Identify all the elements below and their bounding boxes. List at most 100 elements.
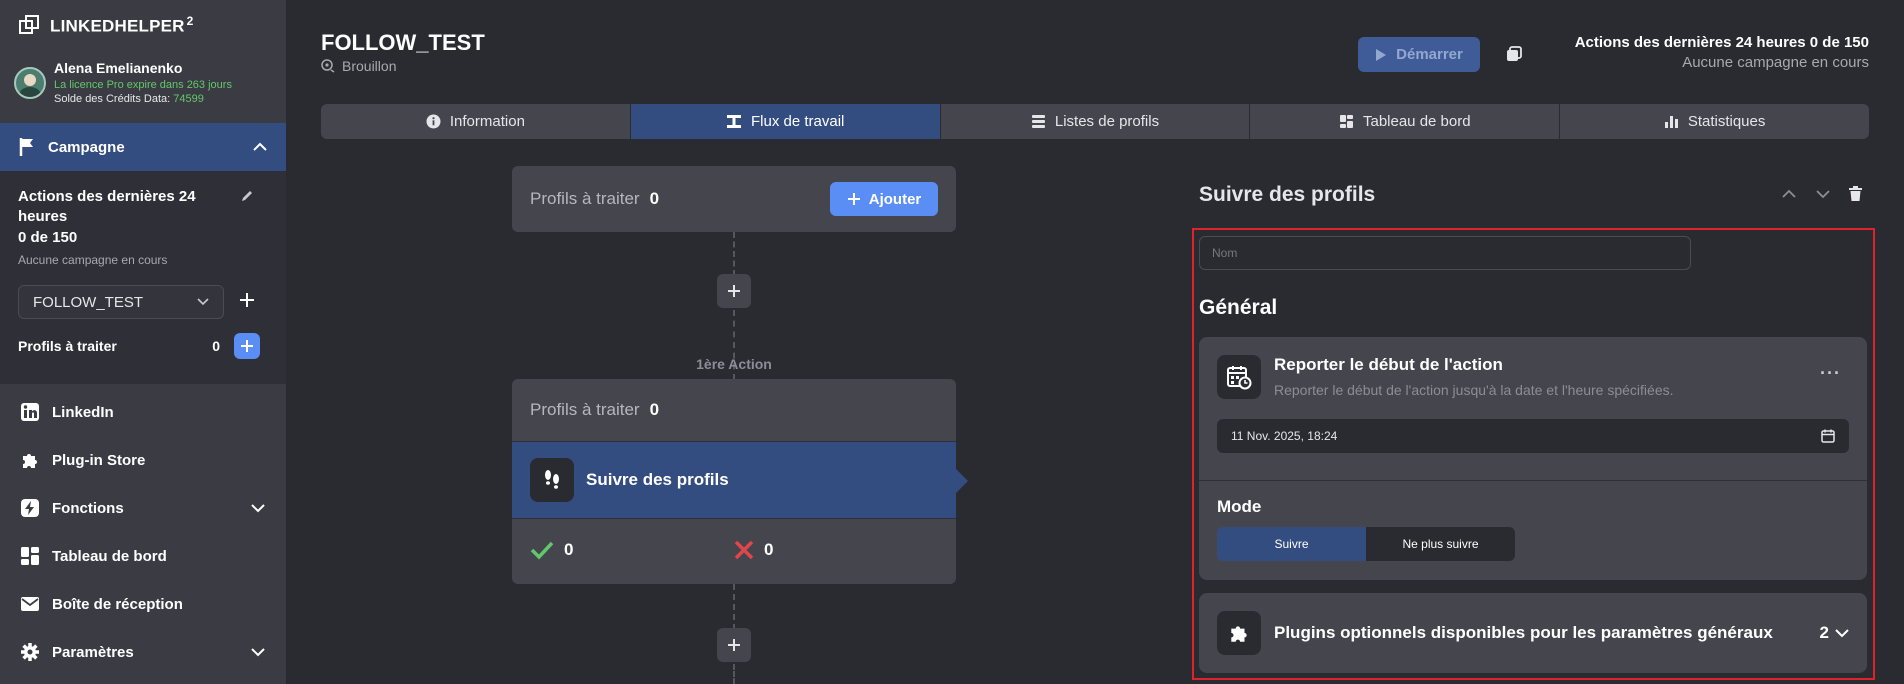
sidebar-item-tableau-de-bord[interactable]: Tableau de bord [0, 532, 286, 580]
action-follow-profiles[interactable]: Suivre des profils [512, 441, 968, 519]
add-campaign-icon[interactable] [238, 291, 256, 309]
check-icon [530, 541, 554, 560]
tab-profile-lists[interactable]: Listes de profils [941, 104, 1251, 139]
queue-label: Profils à traiter [530, 189, 640, 208]
tab-statistics[interactable]: Statistiques [1560, 104, 1869, 139]
campaign-status: Brouillon [321, 58, 396, 74]
user-name: Alena Emelianenko [54, 60, 183, 76]
license-status: La licence Pro expire dans 263 jours [54, 79, 232, 91]
flow-connector [733, 584, 735, 630]
profiles-count: 0 [212, 338, 220, 354]
general-section-title: Général [1199, 296, 1278, 319]
sidebar-item-parametres[interactable]: Paramètres [0, 628, 286, 676]
more-options-icon[interactable]: ··· [1820, 363, 1841, 384]
avatar [14, 66, 46, 99]
chevron-up-icon[interactable] [1781, 189, 1797, 199]
dashboard-icon [1339, 115, 1353, 128]
brand-logo[interactable]: LINKEDHELPER 2 [18, 14, 194, 37]
sidebar-item-plugin-store[interactable]: Plug-in Store [0, 436, 286, 484]
copy-icon[interactable] [1506, 46, 1522, 62]
success-result[interactable]: 0 [530, 540, 734, 560]
cross-icon [734, 540, 754, 560]
puzzle-icon [1217, 611, 1261, 655]
sidebar-item-linkedin[interactable]: LinkedIn [0, 388, 286, 436]
draft-icon [321, 59, 335, 73]
trash-icon[interactable] [1849, 186, 1862, 201]
chevron-down-icon [197, 298, 209, 306]
plus-icon [847, 193, 860, 205]
play-icon [1376, 48, 1387, 61]
calendar-icon[interactable] [1821, 429, 1835, 443]
mode-label: Mode [1217, 497, 1262, 516]
add-step-button[interactable] [717, 628, 751, 662]
campaign-section-body: Actions des dernières 24 heures 0 de 150… [0, 171, 286, 384]
action-card: Profils à traiter 0 Suivre des profils 0… [512, 379, 968, 584]
gear-icon [21, 643, 39, 661]
mail-icon [21, 597, 39, 611]
step-queue-count: 0 [649, 400, 660, 419]
fail-result[interactable]: 0 [734, 540, 938, 560]
sidebar-nav: LinkedIn Plug-in Store Fonctions Tableau… [0, 384, 286, 676]
campaign-select[interactable]: FOLLOW_TEST [18, 285, 224, 319]
calendar-clock-icon [1217, 355, 1261, 399]
campaign-tabs: Information Flux de travail Listes de pr… [321, 104, 1869, 139]
plugins-count[interactable]: 2 [1820, 623, 1849, 643]
actions-title: Actions des dernières 24 heures [18, 188, 196, 225]
step-queue-label: Profils à traiter [530, 400, 640, 419]
credits-balance: Solde des Crédits Data: 74599 [54, 93, 204, 105]
delay-date-field[interactable]: 11 Nov. 2025, 18:24 [1217, 419, 1849, 453]
mode-option-unfollow[interactable]: Ne plus suivre [1366, 527, 1515, 561]
workflow-icon [727, 115, 741, 128]
tab-dashboard[interactable]: Tableau de bord [1250, 104, 1561, 139]
mode-option-follow[interactable]: Suivre [1217, 527, 1366, 561]
divider [1199, 480, 1867, 481]
action-results: 0 0 [512, 519, 956, 581]
chevron-down-icon [251, 648, 265, 657]
tab-workflow[interactable]: Flux de travail [630, 104, 941, 139]
footsteps-icon [530, 458, 574, 502]
queue-card: Profils à traiter 0 Ajouter [512, 166, 956, 232]
plugins-label: Plugins optionnels disponibles pour les … [1274, 623, 1773, 642]
bar-chart-icon [1664, 116, 1678, 128]
delay-date-value: 11 Nov. 2025, 18:24 [1231, 429, 1338, 443]
header-actions-count: Actions des dernières 24 heures 0 de 150 [1574, 34, 1869, 51]
campaign-section-header[interactable]: Campagne [0, 123, 286, 171]
sidebar: LINKEDHELPER 2 Alena Emelianenko La licen… [0, 0, 286, 684]
user-profile[interactable]: Alena Emelianenko La licence Pro expire … [14, 60, 232, 105]
logo-icon [19, 15, 39, 35]
panel-controls [1781, 186, 1862, 201]
action-label: Suivre des profils [586, 470, 729, 489]
linkedin-icon [21, 403, 39, 421]
optional-plugins-card[interactable]: Plugins optionnels disponibles pour les … [1199, 593, 1867, 673]
profiles-label: Profils à traiter [18, 338, 117, 354]
queue-count: 0 [649, 189, 660, 208]
tab-information[interactable]: Information [321, 104, 631, 139]
start-campaign-button[interactable]: Démarrer [1358, 37, 1480, 72]
flow-connector [733, 232, 735, 276]
delay-settings-card: Reporter le début de l'action Reporter l… [1199, 337, 1867, 580]
panel-title: Suivre des profils [1199, 183, 1376, 206]
add-button[interactable]: Ajouter [830, 182, 938, 216]
info-icon [426, 114, 441, 129]
sidebar-item-fonctions[interactable]: Fonctions [0, 484, 286, 532]
pencil-icon[interactable] [240, 189, 254, 203]
mode-toggle: Suivre Ne plus suivre [1217, 527, 1515, 561]
flag-icon [19, 138, 33, 156]
delay-description: Reporter le début de l'action jusqu'à la… [1274, 382, 1674, 398]
delay-title: Reporter le début de l'action [1274, 355, 1503, 374]
bolt-icon [21, 499, 39, 517]
actions-subtitle: Aucune campagne en cours [18, 253, 168, 267]
chevron-down-icon [1835, 628, 1849, 637]
chevron-down-icon[interactable] [1815, 189, 1831, 199]
header-campaign-status: Aucune campagne en cours [1682, 54, 1869, 71]
dashboard-icon [21, 547, 39, 565]
page-title: FOLLOW_TEST [321, 30, 485, 55]
flow-connector [733, 664, 735, 684]
plus-icon [728, 285, 740, 297]
add-profiles-button[interactable] [234, 333, 260, 359]
brand-name: LINKEDHELPER 2 [50, 14, 194, 36]
add-step-button[interactable] [717, 274, 751, 308]
sidebar-item-inbox[interactable]: Boîte de réception [0, 580, 286, 628]
chevron-down-icon [251, 504, 265, 513]
action-name-input[interactable] [1199, 236, 1691, 270]
